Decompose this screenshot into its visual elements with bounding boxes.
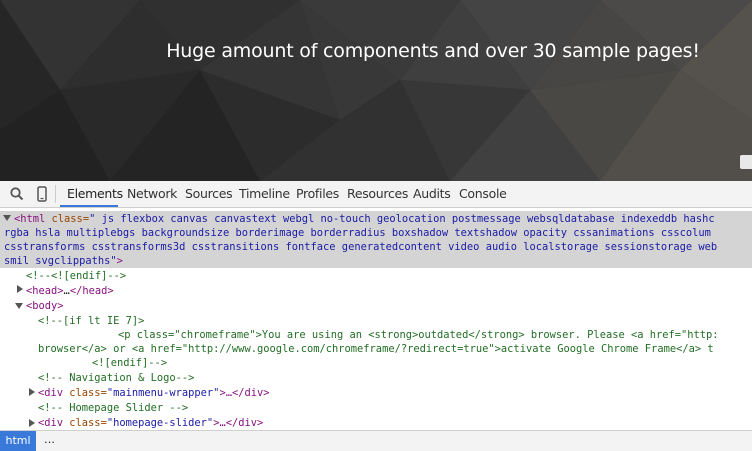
chromeframe-comment-end: <![endif]-->: [92, 357, 168, 369]
div-class-attr: class=: [63, 387, 107, 399]
node-body[interactable]: <body>: [26, 299, 64, 313]
tab-timeline[interactable]: Timeline: [239, 186, 290, 201]
div-close-tag: >…</div>: [213, 417, 264, 429]
html-class-attr: class=: [45, 213, 90, 225]
hero-headline: Huge amount of components and over 30 sa…: [166, 40, 700, 62]
expand-arrow-icon[interactable]: [29, 388, 35, 396]
elements-tree: <html class=" js flexbox canvas canvaste…: [0, 208, 752, 430]
html-class-value: " js flexbox canvas canvastext webgl no-…: [89, 213, 715, 225]
div-class-value: "homepage-slider": [106, 417, 214, 429]
node-comment-navigation[interactable]: <!-- Navigation & Logo-->: [38, 371, 194, 385]
chromeframe-comment-line-2: browser</a> or <a href="http://www.googl…: [38, 343, 714, 355]
node-div-mainmenu[interactable]: <div class="mainmenu-wrapper">…</div>: [38, 386, 269, 400]
html-tag: <html: [14, 213, 46, 225]
breadcrumb-item-html[interactable]: html: [0, 431, 36, 451]
expand-arrow-icon[interactable]: [3, 215, 11, 221]
chromeframe-comment-line-1: <p class="chromeframe">You are using an …: [118, 329, 719, 341]
html-class-value-line-4: smil svgclippaths">: [4, 254, 123, 268]
div-close-tag: >…</div>: [219, 387, 270, 399]
node-div-slider[interactable]: <div class="homepage-slider">…</div>: [38, 416, 263, 430]
node-comment-if-ie[interactable]: <!--[if lt IE 7]>: [38, 314, 144, 328]
search-icon[interactable]: [9, 186, 25, 202]
hero-polygon-background: [0, 0, 752, 181]
tab-network[interactable]: Network: [127, 186, 177, 201]
expand-arrow-icon[interactable]: [15, 303, 23, 309]
node-head[interactable]: <head>…</head>: [26, 284, 114, 298]
div-open-tag: <div: [38, 387, 64, 399]
toolbar-divider: [55, 185, 56, 203]
div-open-tag: <div: [38, 417, 64, 429]
div-class-value: "mainmenu-wrapper": [106, 387, 220, 399]
node-comment-slider[interactable]: <!-- Homepage Slider -->: [38, 401, 188, 415]
html-class-value-line-2: rgba hsla multiplebgs backgroundsize bor…: [4, 227, 711, 239]
active-tab-indicator: [60, 205, 118, 207]
tab-resources[interactable]: Resources: [347, 186, 408, 201]
device-mode-icon[interactable]: [34, 186, 50, 202]
div-class-attr: class=: [63, 417, 107, 429]
expand-arrow-icon[interactable]: [29, 419, 35, 427]
expand-arrow-icon[interactable]: [17, 285, 23, 293]
breadcrumb-more[interactable]: …: [44, 433, 55, 446]
tab-sources[interactable]: Sources: [185, 186, 233, 201]
breadcrumb: html …: [0, 430, 752, 451]
node-comment-endif[interactable]: <!--<![endif]-->: [26, 269, 126, 283]
hero-banner: Huge amount of components and over 30 sa…: [0, 0, 752, 181]
html-tag-close: >: [116, 255, 123, 267]
html-class-value-end: smil svgclippaths": [4, 255, 117, 267]
slider-handle[interactable]: [740, 155, 752, 169]
devtools-toolbar: Elements Network Sources Timeline Profil…: [0, 181, 752, 208]
tab-console[interactable]: Console: [459, 186, 507, 201]
head-close-tag: </head>: [69, 285, 114, 297]
tab-audits[interactable]: Audits: [413, 186, 451, 201]
tab-elements[interactable]: Elements: [67, 186, 123, 201]
node-html[interactable]: <html class=" js flexbox canvas canvaste…: [14, 212, 715, 226]
html-class-value-line-3: csstransforms csstransforms3d csstransit…: [4, 241, 718, 253]
head-open-tag: <head>: [26, 285, 64, 297]
tab-profiles[interactable]: Profiles: [296, 186, 339, 201]
